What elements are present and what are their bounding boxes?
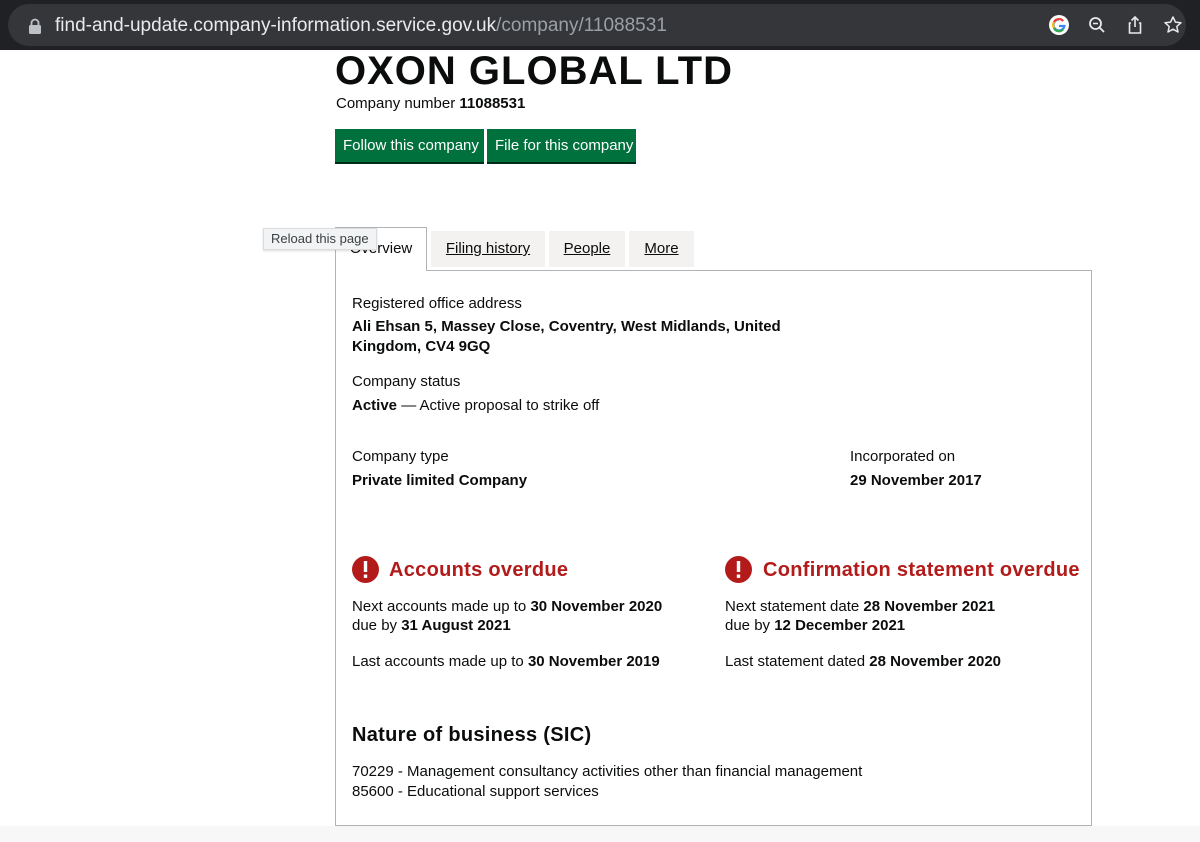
- last-statement-date: 28 November 2020: [869, 653, 1002, 670]
- confirmation-overdue-heading: Confirmation statement overdue: [763, 559, 1080, 581]
- incorporated-label: Incorporated on: [850, 448, 956, 465]
- sic-heading: Nature of business (SIC): [352, 724, 592, 746]
- incorporated-value: 29 November 2017: [850, 472, 982, 489]
- accounts-due-date: 31 August 2021: [401, 617, 511, 634]
- lock-icon[interactable]: [28, 18, 42, 34]
- last-statement: Last statement dated 28 November 2020: [725, 652, 1001, 672]
- next-statement-date: 28 November 2021: [863, 598, 996, 615]
- company-number-row: Company number 11088531: [336, 94, 525, 114]
- next-statement: Next statement date 28 November 2021: [725, 597, 995, 617]
- tab-people[interactable]: People: [549, 231, 625, 267]
- company-type-label: Company type: [352, 448, 449, 465]
- file-for-company-button[interactable]: File for this company: [487, 129, 636, 162]
- statement-due-label: due by: [725, 617, 775, 634]
- tab-more[interactable]: More: [629, 231, 694, 267]
- url-domain: find-and-update.company-information.serv…: [55, 15, 497, 36]
- warning-icon: [352, 556, 379, 583]
- star-icon[interactable]: [1163, 15, 1183, 35]
- company-status-note: — Active proposal to strike off: [397, 397, 600, 414]
- accounts-overdue-heading: Accounts overdue: [389, 559, 569, 581]
- company-status: Active — Active proposal to strike off: [352, 396, 599, 416]
- zoom-icon[interactable]: [1087, 15, 1107, 35]
- warning-icon: [725, 556, 752, 583]
- next-statement-label: Next statement date: [725, 598, 864, 615]
- browser-toolbar: find-and-update.company-information.serv…: [0, 0, 1200, 50]
- share-icon[interactable]: [1125, 15, 1145, 35]
- next-accounts-date: 30 November 2020: [530, 598, 663, 615]
- last-statement-label: Last statement dated: [725, 653, 870, 670]
- google-icon[interactable]: [1049, 15, 1069, 35]
- accounts-due-label: due by: [352, 617, 402, 634]
- registered-office-label: Registered office address: [352, 295, 522, 312]
- url-text[interactable]: find-and-update.company-information.serv…: [55, 15, 667, 37]
- company-status-value: Active: [352, 397, 398, 414]
- registered-office-address-line1: Ali Ehsan 5, Massey Close, Coventry, Wes…: [352, 318, 781, 335]
- registered-office-address-line2: Kingdom, CV4 9GQ: [352, 338, 491, 355]
- next-accounts: Next accounts made up to 30 November 202…: [352, 597, 662, 617]
- company-type-value: Private limited Company: [352, 472, 528, 489]
- last-accounts-label: Last accounts made up to: [352, 653, 528, 670]
- page-bottom-strip: [0, 826, 1200, 842]
- company-number-label: Company number: [336, 95, 456, 112]
- sic-item: 70229 - Management consultancy activitie…: [352, 763, 863, 780]
- reload-tooltip: Reload this page: [263, 228, 377, 250]
- tab-filing-history[interactable]: Filing history: [431, 231, 545, 267]
- accounts-due: due by 31 August 2021: [352, 616, 511, 636]
- address-bar[interactable]: find-and-update.company-information.serv…: [8, 4, 1186, 46]
- company-number: 11088531: [459, 95, 526, 112]
- follow-company-button[interactable]: Follow this company: [335, 129, 484, 162]
- company-status-label: Company status: [352, 373, 461, 390]
- sic-item: 85600 - Educational support services: [352, 783, 599, 800]
- statement-due-date: 12 December 2021: [774, 617, 906, 634]
- last-accounts: Last accounts made up to 30 November 201…: [352, 652, 660, 672]
- next-accounts-label: Next accounts made up to: [352, 598, 531, 615]
- url-path: /company/11088531: [496, 15, 667, 36]
- statement-due: due by 12 December 2021: [725, 616, 905, 636]
- last-accounts-date: 30 November 2019: [527, 653, 660, 670]
- company-name: OXON GLOBAL LTD: [335, 49, 733, 93]
